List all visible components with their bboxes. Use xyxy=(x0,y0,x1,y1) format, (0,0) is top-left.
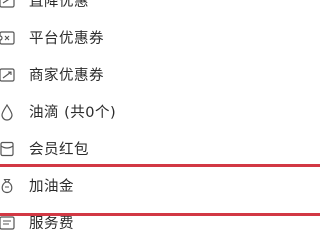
oil-drop-icon xyxy=(0,103,16,121)
discount-options-list: 直降优惠 平台优惠券 商家优惠券 油滴 (共0个) 会员红包 加油金 服务费 xyxy=(0,0,320,240)
menu-item-label: 加油金 xyxy=(29,179,74,195)
merchant-coupon-icon xyxy=(0,66,16,84)
member-red-packet-icon xyxy=(0,140,16,158)
menu-item-label: 会员红包 xyxy=(29,142,89,158)
menu-item-label: 直降优惠 xyxy=(29,0,89,10)
menu-item-direct-discount[interactable]: 直降优惠 xyxy=(0,0,320,19)
menu-item-fuel-money[interactable]: 加油金 xyxy=(0,167,320,204)
service-fee-icon xyxy=(0,214,16,232)
menu-item-oil-drops[interactable]: 油滴 (共0个) xyxy=(0,93,320,130)
menu-item-service-fee[interactable]: 服务费 xyxy=(0,204,320,240)
discount-icon xyxy=(0,0,16,10)
menu-item-label: 商家优惠券 xyxy=(29,68,104,84)
screen: 直降优惠 平台优惠券 商家优惠券 油滴 (共0个) 会员红包 加油金 服务费 xyxy=(0,0,320,240)
coupon-icon xyxy=(0,29,16,47)
menu-item-label: 平台优惠券 xyxy=(29,31,104,47)
fuel-money-bag-icon xyxy=(0,177,16,195)
menu-item-label: 服务费 xyxy=(29,216,74,232)
menu-item-label: 油滴 (共0个) xyxy=(29,105,117,121)
menu-item-member-red-packet[interactable]: 会员红包 xyxy=(0,130,320,167)
menu-item-merchant-coupon[interactable]: 商家优惠券 xyxy=(0,56,320,93)
menu-item-platform-coupon[interactable]: 平台优惠券 xyxy=(0,19,320,56)
